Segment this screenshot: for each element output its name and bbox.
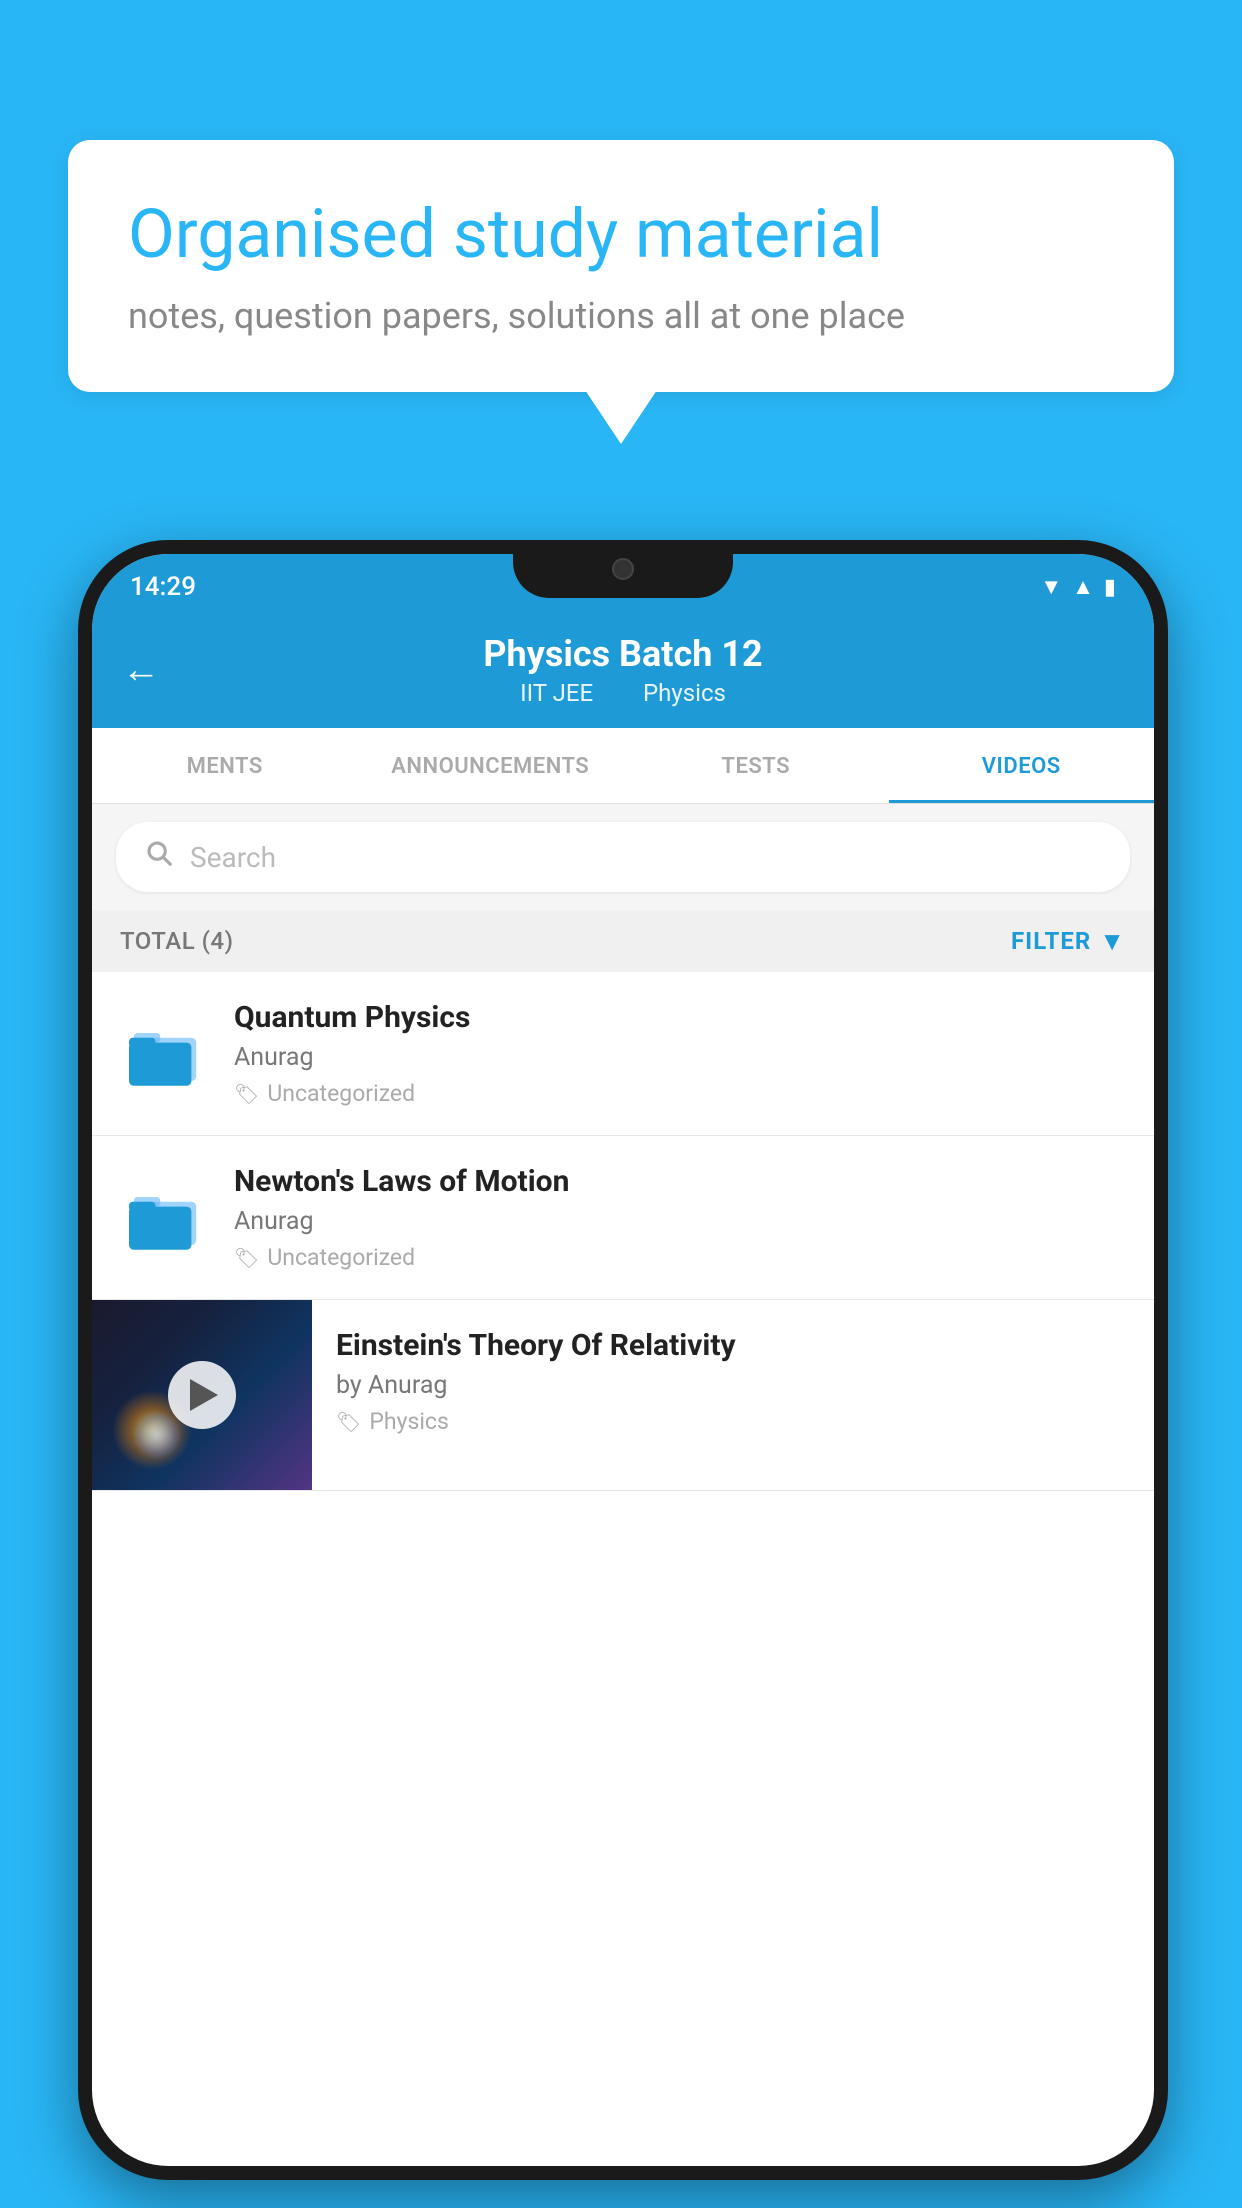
video-tag-label-1: Uncategorized xyxy=(267,1080,415,1107)
tag-icon-2: 🏷 xyxy=(234,1246,259,1270)
video-author-3: by Anurag xyxy=(336,1371,1130,1400)
phone-outer: 14:29 ▼ ▲ ▮ ← Physics Batch 12 IIT JEE P… xyxy=(78,540,1168,2180)
header-subtitle-separator xyxy=(615,679,627,707)
filter-button[interactable]: FILTER ▼ xyxy=(1011,926,1126,957)
video-tag-3: 🏷 Physics xyxy=(336,1408,1130,1435)
search-placeholder: Search xyxy=(190,841,276,874)
search-bar[interactable]: Search xyxy=(116,822,1130,892)
tab-announcements[interactable]: ANNOUNCEMENTS xyxy=(358,728,624,803)
signal-icon: ▲ xyxy=(1072,574,1094,600)
search-container: Search xyxy=(92,804,1154,910)
tag-icon-3: 🏷 xyxy=(336,1410,361,1434)
tab-videos[interactable]: VIDEOS xyxy=(889,728,1155,803)
search-icon xyxy=(144,838,174,876)
play-icon xyxy=(190,1379,218,1411)
video-author-1: Anurag xyxy=(234,1043,1126,1072)
phone-container: 14:29 ▼ ▲ ▮ ← Physics Batch 12 IIT JEE P… xyxy=(78,540,1168,2180)
battery-icon: ▮ xyxy=(1104,575,1116,600)
video-author-2: Anurag xyxy=(234,1207,1126,1236)
camera-dot xyxy=(612,558,634,580)
video-thumbnail-2 xyxy=(120,1173,210,1263)
filter-icon: ▼ xyxy=(1099,926,1126,957)
video-info-3: Einstein's Theory Of Relativity by Anura… xyxy=(312,1300,1154,1463)
header-title: Physics Batch 12 xyxy=(483,633,762,675)
total-count: TOTAL (4) xyxy=(120,927,233,955)
video-tag-1: 🏷 Uncategorized xyxy=(234,1080,1126,1107)
speech-bubble-subtitle: notes, question papers, solutions all at… xyxy=(128,295,1114,337)
list-item[interactable]: Newton's Laws of Motion Anurag 🏷 Uncateg… xyxy=(92,1136,1154,1300)
header-subtitle-right: Physics xyxy=(643,679,726,707)
speech-bubble: Organised study material notes, question… xyxy=(68,140,1174,392)
wifi-icon: ▼ xyxy=(1040,574,1062,600)
header-subtitle-left: IIT JEE xyxy=(520,679,593,707)
tag-icon-1: 🏷 xyxy=(234,1082,259,1106)
video-tag-2: 🏷 Uncategorized xyxy=(234,1244,1126,1271)
play-button[interactable] xyxy=(168,1361,236,1429)
video-thumbnail-1 xyxy=(120,1009,210,1099)
status-icons: ▼ ▲ ▮ xyxy=(1040,574,1116,600)
video-title-3: Einstein's Theory Of Relativity xyxy=(336,1328,1130,1363)
video-info-1: Quantum Physics Anurag 🏷 Uncategorized xyxy=(234,1000,1126,1107)
speech-bubble-title: Organised study material xyxy=(128,195,1114,273)
speech-bubble-container: Organised study material notes, question… xyxy=(68,140,1174,392)
app-header: ← Physics Batch 12 IIT JEE Physics xyxy=(92,612,1154,728)
tab-tests[interactable]: TESTS xyxy=(623,728,889,803)
video-info-2: Newton's Laws of Motion Anurag 🏷 Uncateg… xyxy=(234,1164,1126,1271)
video-thumbnail-3 xyxy=(92,1300,312,1490)
phone-screen: 14:29 ▼ ▲ ▮ ← Physics Batch 12 IIT JEE P… xyxy=(92,554,1154,2166)
list-item[interactable]: Einstein's Theory Of Relativity by Anura… xyxy=(92,1300,1154,1491)
list-item[interactable]: Quantum Physics Anurag 🏷 Uncategorized xyxy=(92,972,1154,1136)
back-button[interactable]: ← xyxy=(122,648,160,692)
video-title-2: Newton's Laws of Motion xyxy=(234,1164,1126,1199)
header-subtitle: IIT JEE Physics xyxy=(512,679,734,707)
status-time: 14:29 xyxy=(130,572,196,602)
video-list: Quantum Physics Anurag 🏷 Uncategorized xyxy=(92,972,1154,1491)
video-title-1: Quantum Physics xyxy=(234,1000,1126,1035)
video-tag-label-3: Physics xyxy=(369,1408,448,1435)
filter-label: FILTER xyxy=(1011,927,1091,955)
thumbnail-glow2 xyxy=(132,1410,182,1460)
video-tag-label-2: Uncategorized xyxy=(267,1244,415,1271)
tab-ments[interactable]: MENTS xyxy=(92,728,358,803)
tabs-bar: MENTS ANNOUNCEMENTS TESTS VIDEOS xyxy=(92,728,1154,804)
phone-notch xyxy=(513,540,733,598)
filter-bar: TOTAL (4) FILTER ▼ xyxy=(92,910,1154,972)
